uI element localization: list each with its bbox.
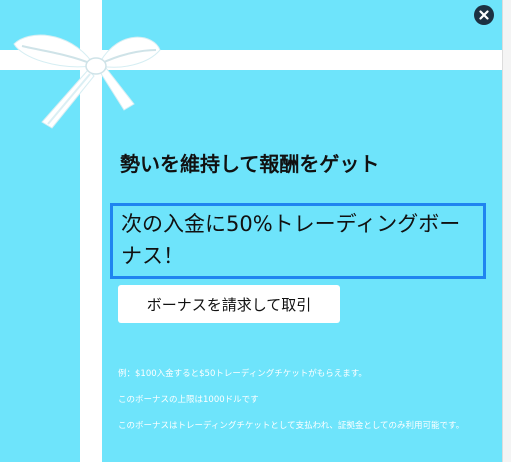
bonus-popup: 勢いを維持して報酬をゲット 次の入金に50%トレーディングボーナス！ ボーナスを…	[0, 0, 502, 462]
bonus-offer-box: 次の入金に50%トレーディングボーナス！	[110, 203, 486, 279]
popup-headline: 勢いを維持して報酬をゲット	[120, 152, 380, 176]
fine-print-example: 例：$100入金すると$50トレーディングチケットがもらえます。	[118, 369, 367, 379]
fine-print-terms: このボーナスはトレーディングチケットとして支払われ、証拠金としてのみ利用可能です…	[118, 421, 465, 431]
gift-bow-icon	[13, 34, 161, 129]
close-x-icon	[479, 10, 489, 20]
claim-bonus-button[interactable]: ボーナスを請求して取引	[118, 285, 340, 323]
page-scrollbar[interactable]	[502, 0, 511, 462]
close-button[interactable]	[474, 5, 494, 25]
fine-print-limit: このボーナスの上限は1000ドルです	[118, 395, 259, 405]
